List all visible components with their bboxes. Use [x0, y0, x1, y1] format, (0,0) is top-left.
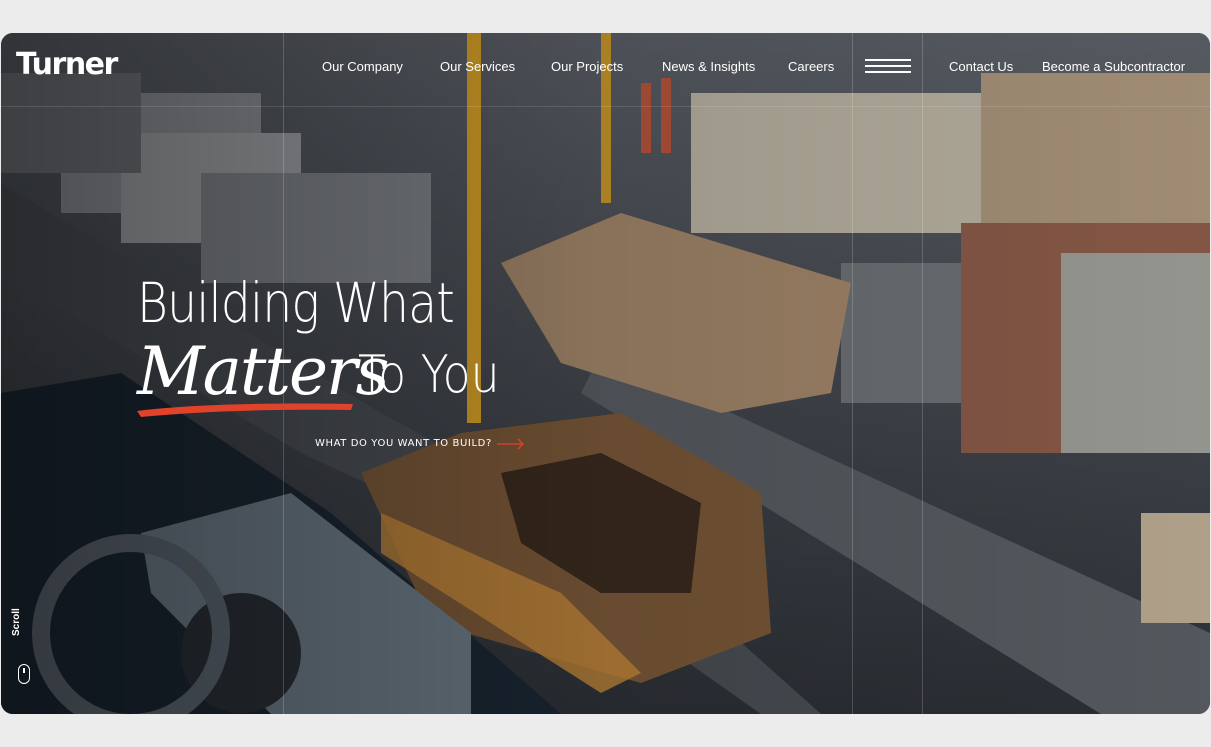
nav-our-services[interactable]: Our Services [440, 59, 515, 74]
nav-news-insights[interactable]: News & Insights [662, 59, 755, 74]
mouse-icon[interactable] [18, 664, 30, 684]
nav-our-company[interactable]: Our Company [322, 59, 403, 74]
nav-our-projects[interactable]: Our Projects [551, 59, 623, 74]
cta-link[interactable]: WHAT DO YOU WANT TO BUILD? [315, 438, 492, 449]
arrow-right-icon[interactable] [497, 438, 525, 450]
scroll-label: Scroll [11, 608, 22, 636]
hero-headline-line1: Building What [137, 271, 455, 335]
nav-careers[interactable]: Careers [788, 59, 834, 74]
hero-headline-line2: To You [358, 345, 500, 405]
brush-underline [137, 403, 353, 417]
nav-become-subcontractor[interactable]: Become a Subcontractor [1042, 59, 1185, 74]
hero-section: Turner Our Company Our Services Our Proj… [1, 33, 1210, 714]
hamburger-icon[interactable] [865, 59, 911, 73]
turner-logo[interactable]: Turner [16, 50, 118, 80]
nav-contact-us[interactable]: Contact Us [949, 59, 1013, 74]
